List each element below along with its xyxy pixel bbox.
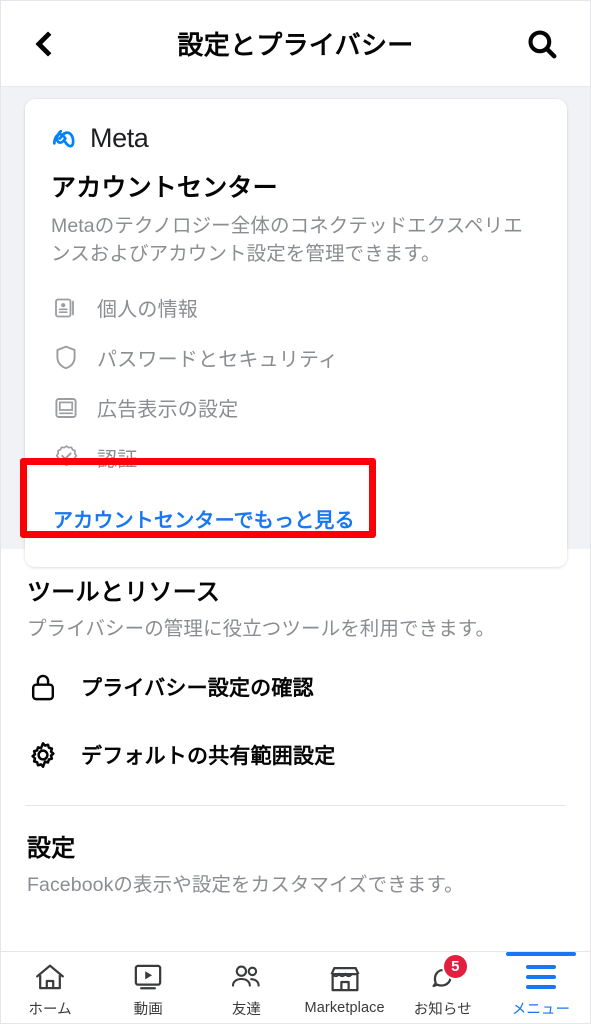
chevron-left-icon (35, 30, 61, 57)
account-item-ad-preferences[interactable]: 広告表示の設定 (51, 383, 541, 433)
nav-label: Marketplace (304, 1000, 385, 1016)
search-button[interactable] (518, 20, 566, 68)
account-item-label: 認証 (97, 449, 138, 472)
active-tab-indicator (505, 952, 577, 956)
tools-section-title: ツールとリソース (27, 579, 221, 606)
settings-section-subtitle: Facebookの表示や設定をカスタマイズできます。 (27, 874, 464, 896)
id-card-icon (51, 293, 81, 323)
shield-icon (51, 343, 81, 373)
tool-label: プライバシー設定の確認 (81, 677, 314, 700)
home-icon (34, 961, 66, 993)
nav-label: 動画 (133, 1001, 163, 1018)
nav-label: 友達 (231, 1001, 262, 1018)
settings-section-header: 設定 Facebookの表示や設定をカスタマイズできます。 (27, 806, 564, 897)
account-center-list: 個人の情報 パスワードとセキュリティ 広告表示の設定 認証 (51, 283, 541, 483)
verified-badge-icon (51, 443, 81, 473)
account-item-personal-info[interactable]: 個人の情報 (51, 283, 541, 333)
account-item-label: パスワードとセキュリティ (97, 349, 339, 372)
video-icon (132, 961, 164, 993)
bottom-navigation-bar: ホーム 動画 友達 Marketplace 5 お知らせ メニュー (1, 951, 590, 1023)
nav-item-friends[interactable]: 友達 (197, 952, 295, 1023)
nav-item-notifications[interactable]: 5 お知らせ (394, 952, 492, 1023)
account-center-card[interactable]: Meta アカウントセンター Metaのテクノロジー全体のコネクテッドエクスペリ… (25, 99, 567, 567)
nav-label: ホーム (28, 1001, 72, 1018)
hamburger-menu-icon (525, 961, 556, 993)
lower-sheet: ツールとリソース プライバシーの管理に役立つツールを利用できます。 プライバシー… (1, 549, 590, 953)
nav-item-marketplace[interactable]: Marketplace (296, 952, 394, 1023)
account-item-label: 広告表示の設定 (97, 399, 239, 422)
meta-wordmark: Meta (90, 123, 149, 153)
lock-icon (27, 671, 59, 703)
settings-section-title: 設定 (27, 835, 76, 862)
meta-infinity-logo (53, 129, 75, 147)
nav-label: メニュー (511, 1001, 571, 1018)
account-item-password-security[interactable]: パスワードとセキュリティ (51, 333, 541, 383)
bell-icon: 5 (427, 952, 469, 993)
notification-badge: 5 (441, 952, 469, 980)
nav-item-video[interactable]: 動画 (99, 952, 197, 1023)
app-screen: 設定とプライバシー ツールとリソース プライバシーの管理に役立つツールを利用でき… (0, 0, 591, 1024)
nav-label: お知らせ (413, 1001, 472, 1018)
gear-icon (27, 739, 59, 771)
tool-row-default-audience[interactable]: デフォルトの共有範囲設定 (27, 721, 564, 789)
nav-item-menu[interactable]: メニュー (492, 952, 590, 1023)
back-button[interactable] (25, 21, 71, 67)
tool-label: デフォルトの共有範囲設定 (81, 745, 336, 768)
scroll-body: ツールとリソース プライバシーの管理に役立つツールを利用できます。 プライバシー… (1, 87, 590, 953)
page-title: 設定とプライバシー (177, 30, 414, 60)
marketplace-icon (329, 963, 361, 995)
search-icon (528, 29, 557, 58)
meta-brand: Meta (51, 123, 541, 154)
app-header: 設定とプライバシー (1, 1, 590, 87)
account-center-see-more-link[interactable]: アカウントセンターでもっと見る (51, 483, 541, 557)
tool-row-privacy-checkup[interactable]: プライバシー設定の確認 (27, 653, 564, 721)
nav-item-home[interactable]: ホーム (1, 952, 99, 1023)
card-title: アカウントセンター (51, 174, 278, 202)
account-item-verification[interactable]: 認証 (51, 433, 541, 483)
account-item-label: 個人の情報 (97, 299, 198, 322)
friends-icon (229, 961, 263, 993)
card-description: Metaのテクノロジー全体のコネクテッドエクスペリエンスおよびアカウント設定を管… (51, 215, 523, 266)
monitor-ad-icon (51, 393, 81, 423)
tools-section-subtitle: プライバシーの管理に役立つツールを利用できます。 (27, 618, 496, 640)
tools-list: プライバシー設定の確認 デフォルトの共有範囲設定 (27, 641, 564, 789)
